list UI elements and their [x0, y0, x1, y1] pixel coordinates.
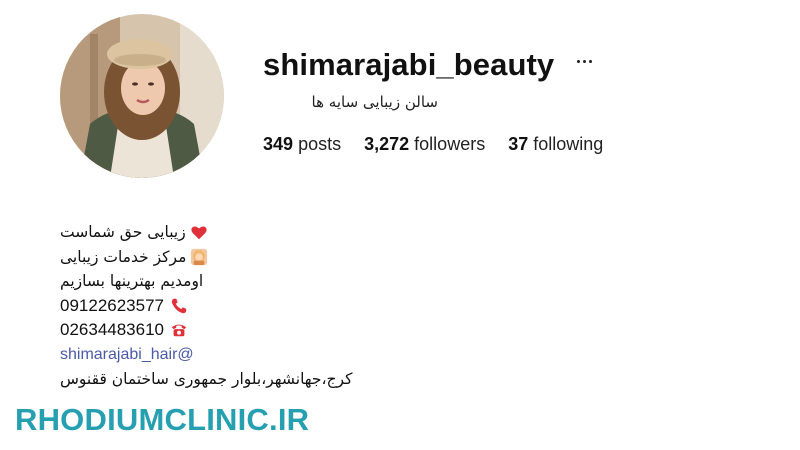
phone-handset-icon — [171, 298, 187, 313]
followers-label: followers — [414, 134, 486, 154]
bio-line: 02634483610 — [60, 318, 420, 343]
posts-count: 349 — [263, 134, 294, 154]
profile-full-name: سالن زیبایی سایه ها — [311, 93, 438, 111]
bio-mobile-number[interactable]: 09122623577 — [60, 294, 164, 319]
posts-stat[interactable]: 349 posts — [263, 132, 341, 156]
bio-service-text: مرکز خدمات زیبایی — [60, 247, 187, 266]
telephone-icon — [171, 324, 187, 337]
posts-label: posts — [298, 134, 342, 154]
profile-username: shimarajabi_beauty — [263, 47, 555, 82]
following-stat[interactable]: 37 following — [508, 132, 603, 156]
profile-stats: 349 posts 3,272 followers 37 following — [263, 132, 621, 156]
avatar[interactable] — [60, 14, 224, 178]
following-label: following — [533, 134, 604, 154]
bio-landline-number[interactable]: 02634483610 — [60, 318, 164, 343]
watermark: RHODIUMCLINIC.IR — [15, 402, 310, 437]
following-count: 37 — [508, 134, 529, 154]
bio-line: زیبایی حق شماست — [60, 220, 420, 245]
followers-count: 3,272 — [364, 134, 410, 154]
bio-line: 09122623577 — [60, 294, 420, 319]
red-heart-icon — [191, 225, 207, 239]
bio-slogan: اومدیم بهترینها بسازیم — [60, 272, 204, 290]
woman-haircut-icon — [191, 248, 208, 266]
bio-line: اومدیم بهترینها بسازیم — [60, 269, 420, 294]
bio-line: shimarajabi_hair@ — [60, 343, 420, 368]
bio-line: کرج،جهانشهر،بلوار جمهوری ساختمان ققنوس — [60, 367, 420, 392]
bio-address: کرج،جهانشهر،بلوار جمهوری ساختمان ققنوس — [60, 370, 353, 388]
profile-bio: زیبایی حق شماست مرکز خدمات زیبایی اومدیم… — [60, 220, 420, 392]
bio-mention-link[interactable]: shimarajabi_hair@ — [60, 343, 194, 368]
bio-tagline-text: زیبایی حق شماست — [60, 223, 186, 241]
followers-stat[interactable]: 3,272 followers — [364, 132, 485, 156]
ellipsis-icon[interactable] — [576, 54, 594, 68]
bio-tagline: زیبایی حق شماست — [60, 220, 208, 245]
profile-photo — [60, 14, 224, 178]
bio-service: مرکز خدمات زیبایی — [60, 245, 208, 270]
bio-line: مرکز خدمات زیبایی — [60, 245, 420, 270]
